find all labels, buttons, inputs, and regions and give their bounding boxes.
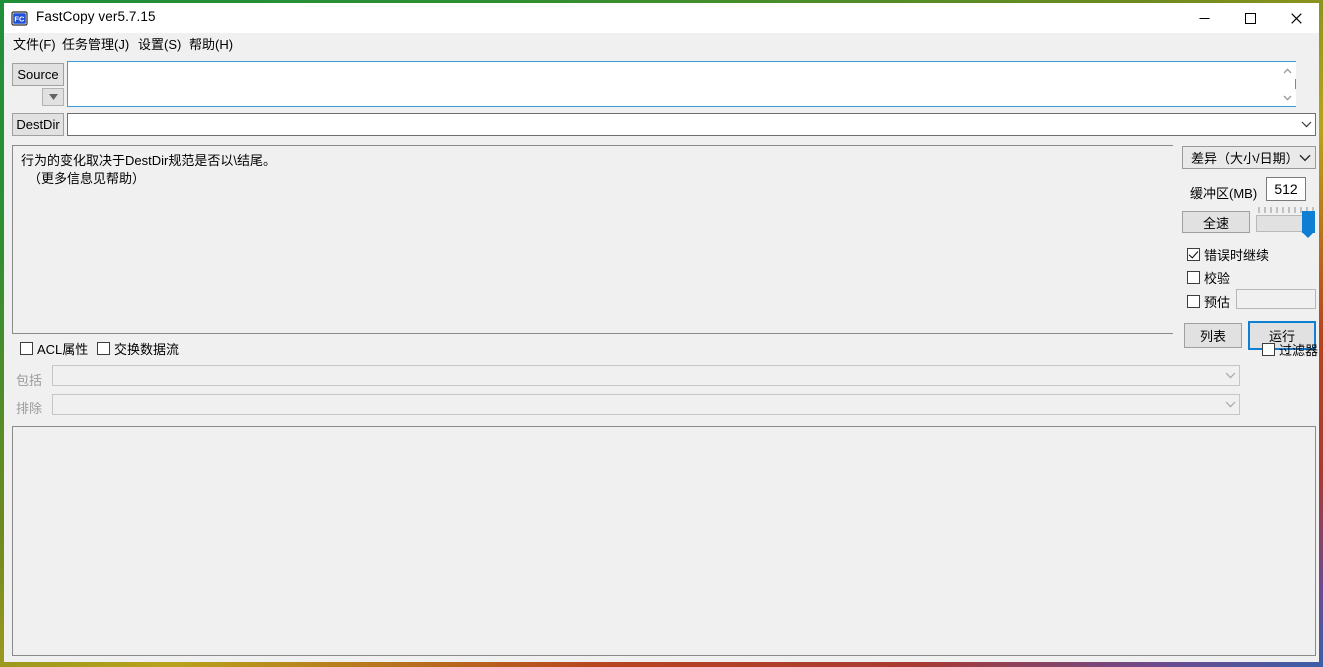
title-bar: FC FastCopy ver5.7.15 [4,3,1319,33]
estimate-label: 预估 [1204,295,1231,310]
checkbox-box [1262,343,1275,356]
checkbox-box [1187,271,1200,284]
chevron-down-icon [1299,154,1311,161]
checkbox-box [1187,248,1200,261]
maximize-button[interactable] [1227,3,1273,33]
minimize-button[interactable] [1181,3,1227,33]
source-history-dropdown-button[interactable] [42,88,64,106]
svg-text:FC: FC [14,14,25,23]
app-window: FC FastCopy ver5.7.15 文件(F) 任务管理(J) 设置(S… [4,3,1319,662]
scroll-down-button[interactable] [1279,89,1296,106]
verify-checkbox[interactable]: 校验 [1187,268,1230,287]
alternate-stream-checkbox[interactable]: 交换数据流 [97,339,179,358]
minimize-icon [1199,17,1209,19]
filter-enable-label: 过滤器 [1279,343,1319,358]
estimate-checkbox[interactable]: 预估 [1187,292,1230,311]
continue-on-error-label: 错误时继续 [1204,248,1270,263]
info-line-1: 行为的变化取决于DestDir规范是否以\结尾。 [21,153,276,168]
info-line-2: （更多信息见帮助） [28,171,146,186]
triangle-down-icon [48,94,58,100]
buffer-size-input[interactable] [1267,178,1305,200]
source-path-box[interactable] [67,61,1296,107]
menu-bar: 文件(F) 任务管理(J) 设置(S) 帮助(H) [4,33,1319,56]
diff-mode-select[interactable]: 差异（大小/日期） [1182,146,1316,169]
alternate-stream-label: 交换数据流 [114,342,180,357]
menu-item-file[interactable]: 文件(F) [10,36,59,54]
destdir-label-button[interactable]: DestDir [12,113,64,136]
fastcopy-app-icon: FC [11,10,28,27]
window-title: FastCopy ver5.7.15 [36,9,156,24]
buffer-size-label: 缓冲区(MB) [1190,186,1258,201]
source-label-button[interactable]: Source [12,63,64,86]
transfer-log-area[interactable] [12,426,1316,656]
checkbox-box [97,342,110,355]
diff-mode-value: 差异（大小/日期） [1191,151,1299,166]
exclude-filter-input[interactable] [52,394,1240,415]
buffer-size-box[interactable] [1266,177,1306,201]
include-filter-dropdown-button[interactable] [1221,366,1239,385]
include-filter-input[interactable] [52,365,1240,386]
checkbox-box [20,342,33,355]
acl-attributes-label: ACL属性 [37,342,89,357]
verify-label: 校验 [1204,271,1231,286]
info-message-panel: 行为的变化取决于DestDir规范是否以\结尾。 （更多信息见帮助） [12,145,1173,334]
menu-item-help[interactable]: 帮助(H) [186,36,236,54]
acl-attributes-checkbox[interactable]: ACL属性 [20,339,88,358]
chevron-down-icon [1225,372,1235,379]
list-button[interactable]: 列表 [1184,323,1242,348]
menu-item-settings[interactable]: 设置(S) [135,36,184,54]
full-speed-button[interactable]: 全速 [1182,211,1250,233]
close-button[interactable] [1273,3,1319,33]
speed-slider[interactable] [1256,206,1316,238]
estimate-value-box [1236,289,1316,309]
destdir-path-input[interactable] [68,114,1298,135]
destdir-path-box[interactable] [67,113,1316,136]
menu-item-tasks[interactable]: 任务管理(J) [59,36,132,54]
source-scrollbar[interactable] [1278,62,1296,106]
chevron-down-icon [1225,401,1235,408]
filter-enable-checkbox[interactable]: 过滤器 [1262,340,1318,359]
include-filter-label: 包括 [16,373,43,388]
chevron-up-icon [1283,67,1292,73]
source-path-input[interactable] [68,62,1278,106]
maximize-icon [1244,12,1256,24]
slider-thumb[interactable] [1302,211,1315,238]
close-icon [1290,12,1302,24]
continue-on-error-checkbox[interactable]: 错误时继续 [1187,245,1269,264]
destdir-dropdown-button[interactable] [1297,114,1315,135]
chevron-down-icon [1301,121,1311,128]
exclude-filter-dropdown-button[interactable] [1221,395,1239,414]
window-border-frame: FC FastCopy ver5.7.15 文件(F) 任务管理(J) 设置(S… [0,0,1323,667]
checkbox-box [1187,295,1200,308]
chevron-down-icon [1283,95,1292,101]
scroll-up-button[interactable] [1279,62,1296,79]
exclude-filter-label: 排除 [16,401,43,416]
